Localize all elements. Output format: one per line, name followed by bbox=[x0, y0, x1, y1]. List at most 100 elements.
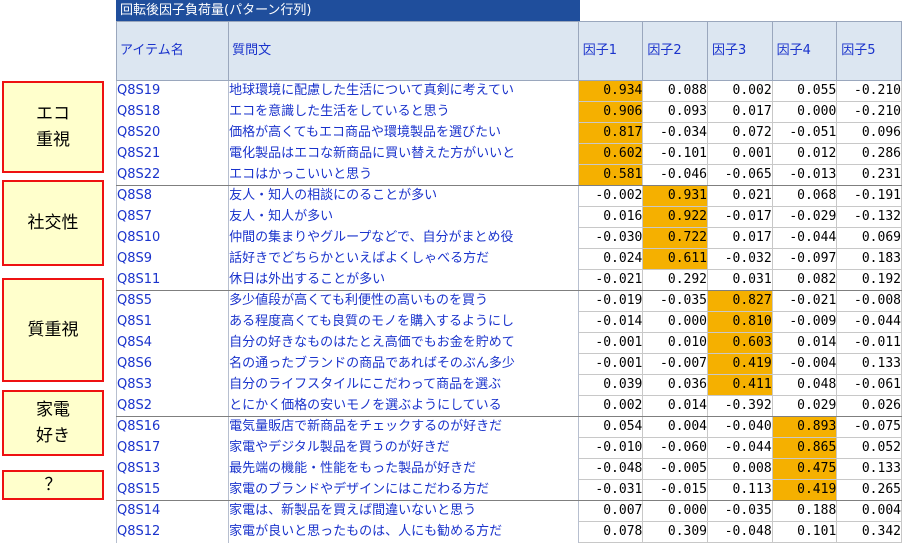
group-label-social: 社交性 bbox=[2, 180, 104, 266]
loading-cell: 0.001 bbox=[707, 143, 773, 165]
loading-cell: -0.048 bbox=[707, 521, 773, 543]
loading-cell: -0.051 bbox=[771, 122, 838, 144]
highlighted-loading-cell: 0.893 bbox=[771, 416, 838, 438]
loading-cell: 0.231 bbox=[836, 164, 902, 186]
table-body: Q8S19 地球環境に配慮した生活について真剣に考えてい 0.934 0.088 0.0… bbox=[115, 80, 902, 543]
question-cell: 名の通ったブランドの商品であればそのぶん多少 bbox=[228, 353, 579, 375]
loading-cell: -0.013 bbox=[771, 164, 838, 186]
question-cell: 友人・知人の相談にのることが多い bbox=[228, 185, 579, 207]
table-row: Q8S11 休日は外出することが多い -0.021 0.292 0.031 0.082 0.… bbox=[115, 269, 902, 291]
table-row: Q8S9 話好きでどちらかといえばよくしゃべる方だ 0.024 0.611 -0.032… bbox=[115, 248, 902, 270]
loading-cell: -0.210 bbox=[836, 80, 902, 102]
loading-cell: -0.101 bbox=[642, 143, 709, 165]
loading-cell: 0.292 bbox=[642, 269, 709, 291]
loading-cell: 0.017 bbox=[707, 227, 773, 249]
loading-cell: -0.029 bbox=[771, 206, 838, 228]
loading-cell: 0.068 bbox=[771, 185, 838, 207]
table-row: Q8S2 とにかく価格の安いモノを選ぶようにしている 0.002 0.014 -0.39… bbox=[115, 395, 902, 417]
table-row: Q8S6 名の通ったブランドの商品であればそのぶん多少 -0.001 -0.007 0.… bbox=[115, 353, 902, 375]
highlighted-loading-cell: 0.906 bbox=[577, 101, 644, 123]
loading-cell: 0.000 bbox=[771, 101, 838, 123]
loading-table: アイテム名 質問文 因子1 因子2 因子3 因子4 因子5 Q8S19 地球環境に… bbox=[115, 21, 902, 543]
loading-cell: -0.011 bbox=[836, 332, 902, 354]
loading-cell: -0.061 bbox=[836, 374, 902, 396]
loading-cell: -0.046 bbox=[642, 164, 709, 186]
question-cell: ある程度高くても良質のモノを購入するようにし bbox=[228, 311, 579, 333]
loading-cell: -0.017 bbox=[707, 206, 773, 228]
loading-cell: 0.078 bbox=[577, 521, 644, 543]
loading-cell: 0.000 bbox=[642, 311, 709, 333]
loading-cell: -0.008 bbox=[836, 290, 902, 312]
item-name-cell: Q8S13 bbox=[115, 458, 230, 480]
loading-cell: -0.191 bbox=[836, 185, 902, 207]
question-cell: 友人・知人が多い bbox=[228, 206, 579, 228]
question-cell: 話好きでどちらかといえばよくしゃべる方だ bbox=[228, 248, 579, 270]
group-label-quality: 質重視 bbox=[2, 278, 104, 382]
table-row: Q8S15 家電のブランドやデザインにはこだわる方だ -0.031 -0.015 0.1… bbox=[115, 479, 902, 501]
loading-cell: -0.065 bbox=[707, 164, 773, 186]
item-header: アイテム名 bbox=[115, 21, 230, 81]
loading-cell: -0.015 bbox=[642, 479, 709, 501]
loading-cell: 0.133 bbox=[836, 353, 902, 375]
item-name-cell: Q8S1 bbox=[115, 311, 230, 333]
loading-cell: -0.021 bbox=[577, 269, 644, 291]
loading-cell: 0.029 bbox=[771, 395, 838, 417]
header-row: アイテム名 質問文 因子1 因子2 因子3 因子4 因子5 bbox=[115, 21, 902, 81]
loading-cell: 0.026 bbox=[836, 395, 902, 417]
loading-cell: 0.265 bbox=[836, 479, 902, 501]
question-cell: 家電のブランドやデザインにはこだわる方だ bbox=[228, 479, 579, 501]
loading-cell: 0.082 bbox=[771, 269, 838, 291]
loading-cell: 0.004 bbox=[836, 500, 902, 522]
loading-cell: -0.034 bbox=[642, 122, 709, 144]
loading-cell: 0.002 bbox=[577, 395, 644, 417]
question-cell: 電化製品はエコな新商品に買い替えた方がいいと bbox=[228, 143, 579, 165]
loading-cell: -0.075 bbox=[836, 416, 902, 438]
table-row: Q8S8 友人・知人の相談にのることが多い -0.002 0.931 0.021 0.06… bbox=[115, 185, 902, 207]
highlighted-loading-cell: 0.419 bbox=[707, 353, 773, 375]
highlighted-loading-cell: 0.581 bbox=[577, 164, 644, 186]
table-title: 回転後因子負荷量(パターン行列) bbox=[116, 0, 580, 21]
question-cell: 仲間の集まりやグループなどで、自分がまとめ役 bbox=[228, 227, 579, 249]
table-row: Q8S12 家電が良いと思ったものは、人にも勧める方だ 0.078 0.309 -0.0… bbox=[115, 521, 902, 543]
loading-cell: 0.000 bbox=[642, 500, 709, 522]
loading-cell: 0.014 bbox=[642, 395, 709, 417]
highlighted-loading-cell: 0.602 bbox=[577, 143, 644, 165]
loading-cell: 0.309 bbox=[642, 521, 709, 543]
item-name-cell: Q8S19 bbox=[115, 80, 230, 102]
question-cell: 価格が高くてもエコ商品や環境製品を選びたい bbox=[228, 122, 579, 144]
highlighted-loading-cell: 0.931 bbox=[642, 185, 709, 207]
highlighted-loading-cell: 0.810 bbox=[707, 311, 773, 333]
loading-cell: -0.040 bbox=[707, 416, 773, 438]
item-name-cell: Q8S5 bbox=[115, 290, 230, 312]
loading-cell: 0.054 bbox=[577, 416, 644, 438]
question-cell: 家電やデジタル製品を買うのが好きだ bbox=[228, 437, 579, 459]
item-name-cell: Q8S16 bbox=[115, 416, 230, 438]
factor-header: 因子5 bbox=[836, 21, 902, 81]
loading-cell: 0.007 bbox=[577, 500, 644, 522]
group-label-appliance: 家電 好き bbox=[2, 390, 104, 456]
item-name-cell: Q8S6 bbox=[115, 353, 230, 375]
question-cell: 地球環境に配慮した生活について真剣に考えてい bbox=[228, 80, 579, 102]
loading-cell: 0.096 bbox=[836, 122, 902, 144]
table-row: Q8S18 エコを意識した生活をしていると思う 0.906 0.093 0.017 0.0… bbox=[115, 101, 902, 123]
loading-cell: 0.052 bbox=[836, 437, 902, 459]
question-cell: エコはかっこいいと思う bbox=[228, 164, 579, 186]
loading-cell: 0.342 bbox=[836, 521, 902, 543]
loading-cell: 0.192 bbox=[836, 269, 902, 291]
highlighted-loading-cell: 0.922 bbox=[642, 206, 709, 228]
factor-header: 因子3 bbox=[707, 21, 773, 81]
table-row: Q8S3 自分のライフスタイルにこだわって商品を選ぶ 0.039 0.036 0.411… bbox=[115, 374, 902, 396]
group-label-eco: エコ 重視 bbox=[2, 81, 104, 173]
item-name-cell: Q8S11 bbox=[115, 269, 230, 291]
loading-cell: -0.392 bbox=[707, 395, 773, 417]
loading-cell: -0.019 bbox=[577, 290, 644, 312]
item-name-cell: Q8S18 bbox=[115, 101, 230, 123]
loading-cell: 0.039 bbox=[577, 374, 644, 396]
loading-cell: -0.132 bbox=[836, 206, 902, 228]
loading-cell: -0.031 bbox=[577, 479, 644, 501]
loading-cell: -0.044 bbox=[836, 311, 902, 333]
highlighted-loading-cell: 0.411 bbox=[707, 374, 773, 396]
loading-cell: -0.002 bbox=[577, 185, 644, 207]
table-row: Q8S5 多少値段が高くても利便性の高いものを買う -0.019 -0.035 0.82… bbox=[115, 290, 902, 312]
table-row: Q8S19 地球環境に配慮した生活について真剣に考えてい 0.934 0.088 0.0… bbox=[115, 80, 902, 102]
